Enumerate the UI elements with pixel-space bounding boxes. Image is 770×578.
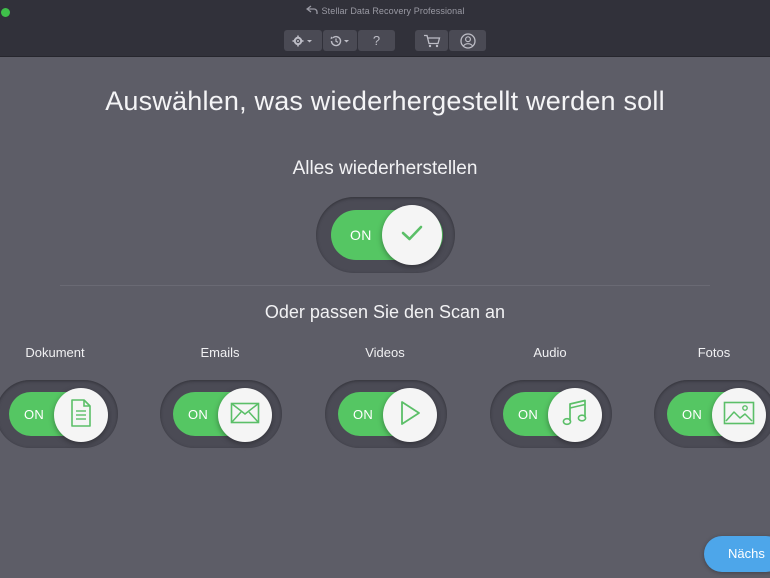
category-label-dokument: Dokument (25, 345, 85, 360)
image-icon (723, 401, 755, 430)
category-label-audio: Audio (533, 345, 567, 360)
title-bar: Stellar Data Recovery Professional ? (0, 0, 770, 57)
toggle-knob (54, 388, 108, 442)
back-arrow-icon (305, 5, 318, 15)
category-label-emails: Emails (200, 345, 240, 360)
category-label-fotos: Fotos (697, 345, 731, 360)
toggle-state-label: ON (353, 406, 374, 422)
toggle-state-label: ON (24, 406, 45, 422)
help-button[interactable]: ? (358, 30, 395, 51)
toggle-dokument[interactable]: ON (0, 380, 118, 448)
settings-menu-button[interactable] (284, 30, 322, 51)
next-button-label: Nächs (728, 546, 765, 561)
history-icon (329, 35, 351, 47)
history-menu-button[interactable] (323, 30, 357, 51)
document-icon (70, 398, 92, 432)
toggle-knob (383, 388, 437, 442)
toggle-state-label: ON (682, 406, 703, 422)
toggle-state-label: ON (518, 406, 539, 422)
toggle-state-label: ON (350, 227, 372, 243)
check-icon (400, 224, 424, 247)
toggle-state-label: ON (188, 406, 209, 422)
envelope-icon (230, 402, 260, 429)
next-button[interactable]: Nächs (704, 536, 770, 572)
toggle-knob (548, 388, 602, 442)
recover-all-label: Alles wiederherstellen (292, 158, 478, 179)
window-title: Stellar Data Recovery Professional (0, 5, 770, 19)
section-divider (60, 285, 710, 286)
music-note-icon (562, 399, 588, 432)
cart-icon (423, 34, 441, 48)
cart-button[interactable] (415, 30, 448, 51)
toggle-knob (712, 388, 766, 442)
toggle-fotos[interactable]: ON (654, 380, 770, 448)
user-icon (459, 32, 476, 49)
toggle-knob (382, 205, 442, 265)
gear-icon (292, 35, 314, 47)
category-label-videos: Videos (365, 345, 405, 360)
toggle-videos[interactable]: ON (325, 380, 447, 448)
account-button[interactable] (449, 30, 486, 51)
toggle-knob (218, 388, 272, 442)
customize-scan-label: Oder passen Sie den Scan an (264, 302, 506, 322)
toggle-emails[interactable]: ON (160, 380, 282, 448)
help-label: ? (372, 33, 381, 48)
recover-all-toggle[interactable]: ON (316, 197, 455, 273)
toggle-audio[interactable]: ON (490, 380, 612, 448)
play-icon (398, 400, 422, 431)
page-title: Auswählen, was wiederhergestellt werden … (105, 86, 665, 116)
